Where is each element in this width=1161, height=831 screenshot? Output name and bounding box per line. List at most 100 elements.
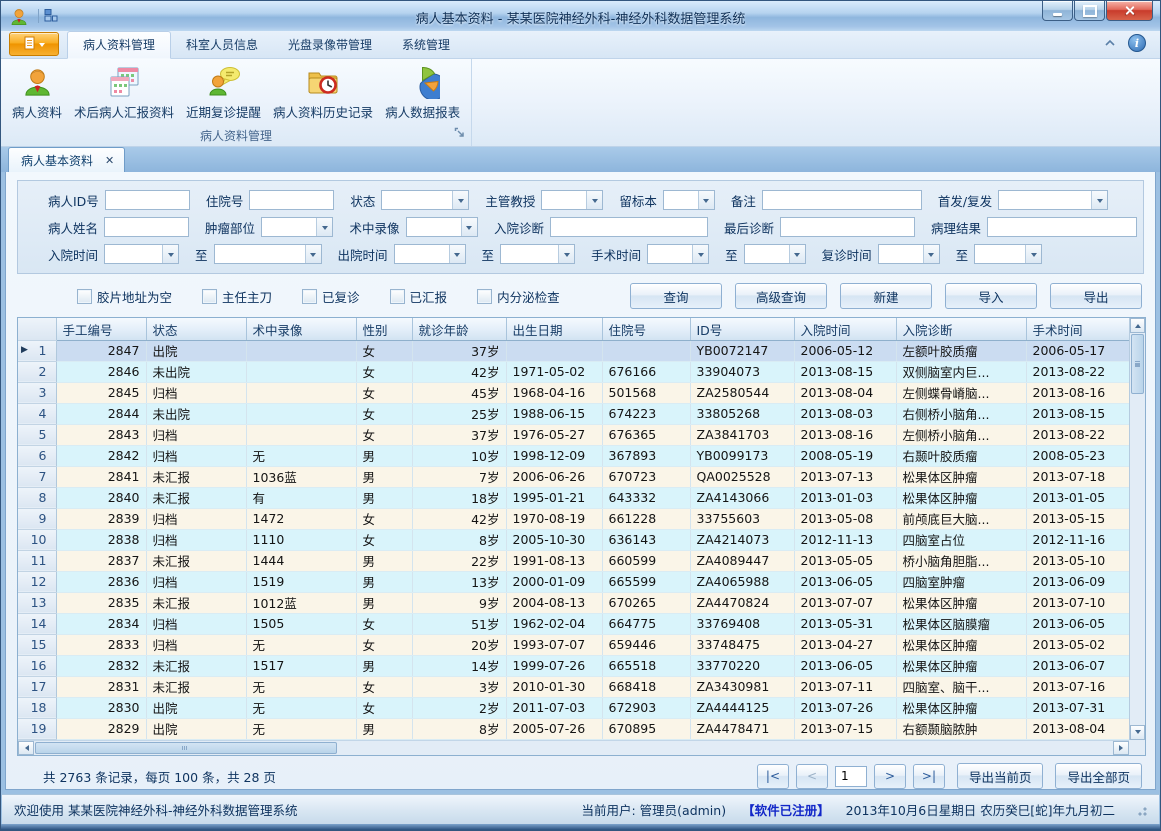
- vertical-scroll-thumb[interactable]: [1131, 334, 1144, 394]
- resize-grip[interactable]: [1135, 804, 1147, 816]
- grid-column-header[interactable]: 状态: [146, 318, 246, 340]
- table-row[interactable]: 102838归档1110女8岁2005-10-30636143ZA4214073…: [18, 529, 1129, 550]
- table-row[interactable]: 132835未汇报1012蓝男9岁2004-08-13670265ZA44708…: [18, 592, 1129, 613]
- table-row[interactable]: 112837未汇报1444男22岁1991-08-13660599ZA40894…: [18, 550, 1129, 571]
- ribbon-tab-1[interactable]: 病人资料管理: [67, 31, 171, 59]
- table-row[interactable]: 32845归档女45岁1968-04-16501568ZA25805442013…: [18, 382, 1129, 403]
- dialog-launcher-icon[interactable]: [454, 126, 465, 143]
- vertical-scrollbar[interactable]: [1129, 318, 1145, 740]
- filter-combo-r1-3[interactable]: [381, 190, 469, 210]
- filter-combo-r3-3[interactable]: [394, 244, 466, 264]
- table-row[interactable]: 122836归档1519男13岁2000-01-09665599ZA406598…: [18, 571, 1129, 592]
- grid-column-header[interactable]: 住院号: [602, 318, 690, 340]
- table-row[interactable]: 192829出院无男8岁2005-07-26670895ZA4478471201…: [18, 718, 1129, 739]
- minimize-button[interactable]: [1042, 1, 1073, 21]
- close-button[interactable]: [1106, 1, 1153, 21]
- filter-input-r2-1[interactable]: [104, 217, 189, 237]
- filter-combo-r3-6[interactable]: [744, 244, 806, 264]
- filter-combo-r3-2[interactable]: [214, 244, 322, 264]
- table-row[interactable]: 52843归档女37岁1976-05-27676365ZA38417032013…: [18, 424, 1129, 445]
- checkbox-revisited[interactable]: 已复诊: [302, 287, 360, 306]
- table-row[interactable]: 62842归档无男10岁1998-12-09367893YB0099173200…: [18, 445, 1129, 466]
- table-row[interactable]: ▶12847出院女37岁YB00721472006-05-12左额叶胶质瘤200…: [18, 340, 1129, 361]
- grid-column-header[interactable]: ID号: [690, 318, 794, 340]
- scroll-left-icon[interactable]: [18, 741, 34, 755]
- scroll-down-icon[interactable]: [1130, 725, 1145, 740]
- filter-combo-r2-2[interactable]: [261, 217, 333, 237]
- table-row[interactable]: 42844未出院女25岁1988-06-15674223338052682013…: [18, 403, 1129, 424]
- scroll-right-icon[interactable]: [1113, 741, 1129, 755]
- table-row[interactable]: 22846未出院女42岁1971-05-02676166339040732013…: [18, 361, 1129, 382]
- ribbon-button-postop-report[interactable]: 术后病人汇报资料: [68, 62, 180, 128]
- query-button[interactable]: 查询: [630, 283, 722, 309]
- filter-combo-r3-1[interactable]: [104, 244, 179, 264]
- checkbox-film-address-empty[interactable]: 胶片地址为空: [77, 287, 172, 306]
- grid-column-header[interactable]: 手工编号: [56, 318, 146, 340]
- ribbon-button-patient-info[interactable]: 病人资料: [6, 62, 68, 128]
- table-row[interactable]: 182830出院无女2岁2011-07-03672903ZA4444125201…: [18, 697, 1129, 718]
- info-icon[interactable]: [1128, 34, 1146, 52]
- grid-column-header[interactable]: 入院时间: [794, 318, 896, 340]
- ribbon-button-revisit-reminder[interactable]: 近期复诊提醒: [180, 62, 267, 128]
- filter-input-r2-5[interactable]: [780, 217, 915, 237]
- export-button[interactable]: 导出: [1050, 283, 1142, 309]
- export-current-page-button[interactable]: 导出当前页: [957, 763, 1044, 789]
- pager-last-button[interactable]: >|: [913, 764, 945, 789]
- grid-column-header[interactable]: 入院诊断: [896, 318, 1026, 340]
- filter-input-r2-4[interactable]: [550, 217, 708, 237]
- filter-input-r1-1[interactable]: [105, 190, 190, 210]
- advanced-query-button[interactable]: 高级查询: [735, 283, 827, 309]
- create-button[interactable]: 新建: [840, 283, 932, 309]
- ribbon-tab-2[interactable]: 科室人员信息: [171, 32, 273, 58]
- ribbon-button-history-record[interactable]: 病人资料历史记录: [267, 62, 379, 128]
- filter-input-r1-6[interactable]: [762, 190, 922, 210]
- filter-combo-r3-8[interactable]: [974, 244, 1042, 264]
- table-row[interactable]: 92839归档1472女42岁1970-08-19661228337556032…: [18, 508, 1129, 529]
- horizontal-scroll-thumb[interactable]: [35, 742, 337, 754]
- pager-first-button[interactable]: |<: [757, 764, 789, 789]
- table-row[interactable]: 82840未汇报有男18岁1995-01-21643332ZA414306620…: [18, 487, 1129, 508]
- grid-column-header[interactable]: 出生日期: [506, 318, 602, 340]
- checkbox-reported[interactable]: 已汇报: [390, 287, 448, 306]
- filter-combo-r1-7[interactable]: [998, 190, 1108, 210]
- pager-prev-button[interactable]: <: [796, 764, 828, 789]
- filter-combo-r3-4[interactable]: [500, 244, 575, 264]
- ribbon-collapse-icon[interactable]: [1104, 36, 1116, 50]
- registration-link[interactable]: 【软件已注册】: [742, 800, 830, 819]
- grid-column-header[interactable]: 性别: [356, 318, 412, 340]
- filter-combo-r3-5[interactable]: [647, 244, 709, 264]
- doc-tab-patient-basic-info[interactable]: 病人基本资料 ✕: [8, 147, 125, 172]
- ribbon-tab-4[interactable]: 系统管理: [387, 32, 465, 58]
- quick-access-layout-icon[interactable]: [44, 9, 58, 25]
- filter-combo-r1-5[interactable]: [663, 190, 715, 210]
- table-cell: 2011-07-03: [506, 697, 602, 718]
- filter-combo-r1-4[interactable]: [541, 190, 603, 210]
- import-button[interactable]: 导入: [945, 283, 1037, 309]
- filter-combo-r3-7[interactable]: [878, 244, 940, 264]
- page-number-input[interactable]: [835, 766, 867, 787]
- horizontal-scrollbar[interactable]: [18, 740, 1129, 755]
- table-cell: 1036蓝: [246, 466, 356, 487]
- scroll-up-icon[interactable]: [1130, 318, 1145, 333]
- table-row[interactable]: 172831未汇报无女3岁2010-01-30668418ZA343098120…: [18, 676, 1129, 697]
- checkbox-endocrine-exam[interactable]: 内分泌检查: [477, 287, 560, 306]
- pager-next-button[interactable]: >: [874, 764, 906, 789]
- app-icon[interactable]: [9, 7, 29, 27]
- grid-column-header[interactable]: 就诊年龄: [412, 318, 506, 340]
- checkbox-chief-surgeon[interactable]: 主任主刀: [202, 287, 272, 306]
- maximize-button[interactable]: [1074, 1, 1105, 21]
- table-row[interactable]: 72841未汇报1036蓝男7岁2006-06-26670723QA002552…: [18, 466, 1129, 487]
- table-row[interactable]: 142834归档1505女51岁1962-02-0466477533769408…: [18, 613, 1129, 634]
- filter-input-r2-6[interactable]: [987, 217, 1137, 237]
- export-all-pages-button[interactable]: 导出全部页: [1055, 763, 1142, 789]
- filter-combo-r2-3[interactable]: [406, 217, 478, 237]
- filter-input-r1-2[interactable]: [249, 190, 334, 210]
- ribbon-button-data-report[interactable]: 病人数据报表: [379, 62, 466, 128]
- table-row[interactable]: 152833归档无女20岁1993-07-0765944633748475201…: [18, 634, 1129, 655]
- grid-column-header[interactable]: 手术时间: [1026, 318, 1129, 340]
- ribbon-tab-3[interactable]: 光盘录像带管理: [273, 32, 387, 58]
- table-row[interactable]: 162832未汇报1517男14岁1999-07-266655183377022…: [18, 655, 1129, 676]
- tab-close-icon[interactable]: ✕: [105, 155, 114, 166]
- grid-column-header[interactable]: 术中录像: [246, 318, 356, 340]
- application-menu-button[interactable]: [9, 32, 59, 56]
